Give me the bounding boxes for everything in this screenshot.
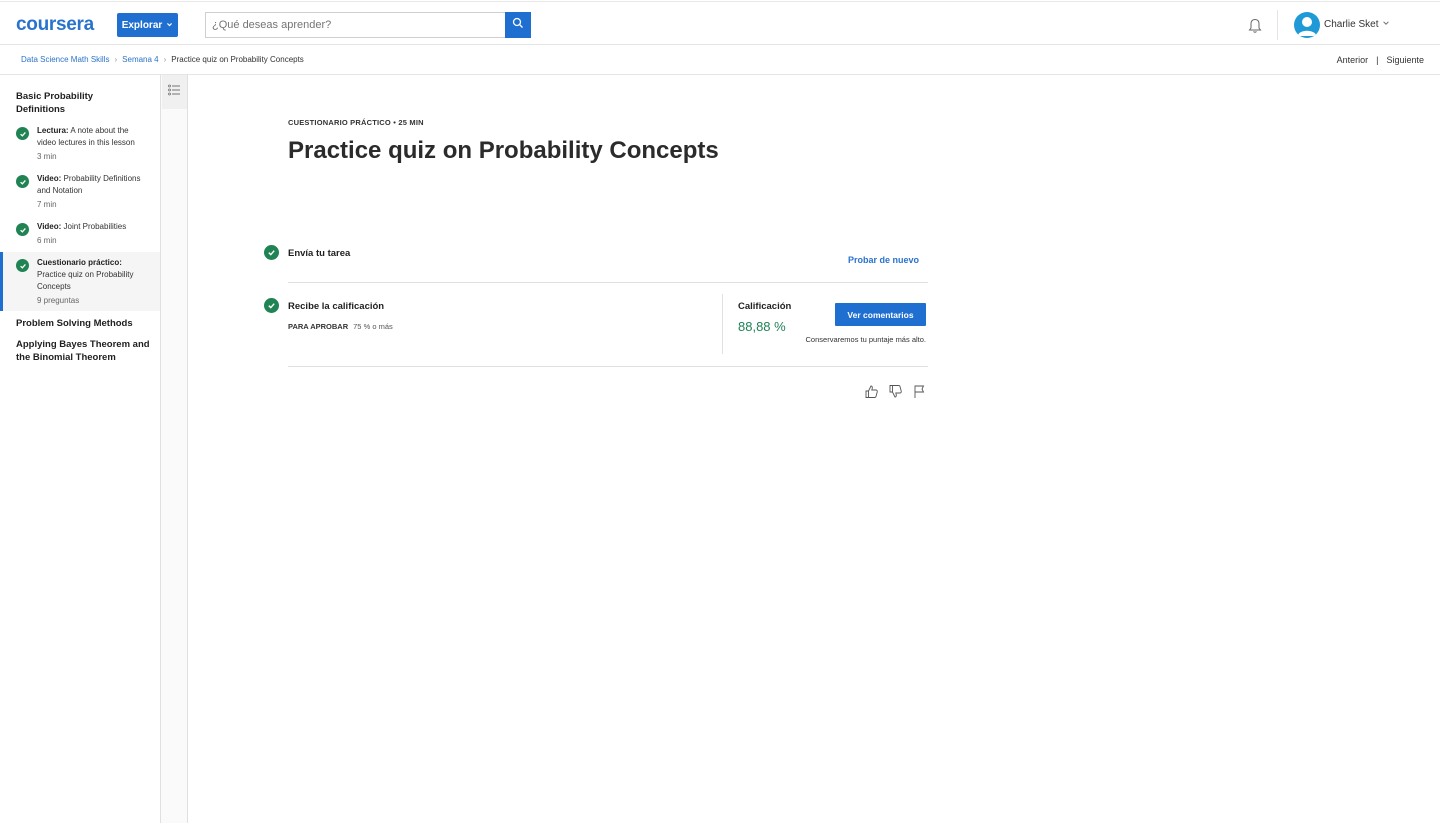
divider <box>288 366 928 367</box>
item-type-kicker: CUESTIONARIO PRÁCTICO • 25 MIN <box>288 118 424 127</box>
highest-score-note: Conservaremos tu puntaje más alto. <box>805 335 926 344</box>
breadcrumb: Data Science Math Skills › Semana 4 › Pr… <box>21 55 304 64</box>
item-kind: Cuestionario práctico: <box>37 258 122 267</box>
check-circle-icon <box>16 127 29 140</box>
breadcrumb-separator-icon: › <box>114 55 118 64</box>
search-input[interactable] <box>205 12 505 38</box>
chevron-down-icon <box>166 20 173 31</box>
thumbs-up-icon[interactable] <box>864 384 879 399</box>
previous-link[interactable]: Anterior <box>1337 55 1369 65</box>
pager-divider: | <box>1376 55 1379 65</box>
breadcrumb-week[interactable]: Semana 4 <box>122 55 158 64</box>
check-circle-icon <box>16 175 29 188</box>
explore-label: Explorar <box>121 19 163 31</box>
sidebar-item-video-joint[interactable]: Video: Joint Probabilities 6 min <box>0 221 160 247</box>
check-circle-icon <box>16 259 29 272</box>
course-outline-sidebar: Basic Probability Definitions Lectura: A… <box>0 75 161 823</box>
item-question-count: 9 preguntas <box>37 296 80 305</box>
view-feedback-button[interactable]: Ver comentarios <box>835 303 926 326</box>
search-icon <box>512 16 524 34</box>
breadcrumb-bar: Data Science Math Skills › Semana 4 › Pr… <box>0 45 1440 75</box>
pass-label: PARA APROBAR <box>288 322 349 331</box>
item-duration: 7 min <box>37 200 57 209</box>
item-kind: Video: <box>37 222 62 231</box>
flag-icon[interactable] <box>912 384 927 399</box>
grade-label: Calificación <box>738 301 792 312</box>
user-menu[interactable]: Charlie Sket <box>1324 19 1390 30</box>
grade-divider <box>722 294 723 354</box>
explore-button[interactable]: Explorar <box>117 13 178 37</box>
item-kind: Video: <box>37 174 62 183</box>
grade-value: 88,88 % <box>738 319 786 334</box>
divider <box>288 282 928 283</box>
chevron-down-icon <box>1382 19 1390 30</box>
coursera-logo[interactable]: coursera <box>16 14 94 36</box>
list-icon <box>168 83 181 101</box>
item-duration: 6 min <box>37 236 57 245</box>
submit-step-label: Envía tu tarea <box>288 248 351 259</box>
check-circle-icon <box>16 223 29 236</box>
retry-link[interactable]: Probar de nuevo <box>848 255 919 265</box>
item-kind: Lectura: <box>37 126 69 135</box>
pass-value: 75 % o más <box>353 322 393 331</box>
outline-toggle-rail <box>161 75 188 823</box>
section-title-bayes[interactable]: Applying Bayes Theorem and the Binomial … <box>16 338 151 364</box>
top-navigation-bar: coursera Explorar Charlie Sket <box>0 1 1440 45</box>
search-button[interactable] <box>505 12 531 38</box>
item-duration: 3 min <box>37 152 57 161</box>
breadcrumb-course[interactable]: Data Science Math Skills <box>21 55 109 64</box>
feedback-actions <box>864 384 927 399</box>
bell-icon[interactable] <box>1246 17 1264 35</box>
grade-step-label: Recibe la calificación <box>288 301 385 312</box>
section-title-problem-solving[interactable]: Problem Solving Methods <box>16 317 156 330</box>
check-circle-icon <box>264 245 279 260</box>
avatar[interactable] <box>1294 12 1320 38</box>
sidebar-item-video-definitions[interactable]: Video: Probability Definitions and Notat… <box>0 173 160 211</box>
item-label: Joint Probabilities <box>61 222 127 231</box>
section-title-basic-probability[interactable]: Basic Probability Definitions <box>16 90 136 116</box>
breadcrumb-separator-icon: › <box>163 55 167 64</box>
header-divider <box>1277 10 1278 40</box>
next-link[interactable]: Siguiente <box>1386 55 1424 65</box>
sidebar-item-reading-note[interactable]: Lectura: A note about the video lectures… <box>0 125 160 163</box>
outline-toggle-button[interactable] <box>162 75 187 109</box>
breadcrumb-current: Practice quiz on Probability Concepts <box>171 55 304 64</box>
item-pager: Anterior | Siguiente <box>1337 55 1424 65</box>
check-circle-icon <box>264 298 279 313</box>
item-label: Practice quiz on Probability Concepts <box>37 270 134 291</box>
sidebar-item-practice-quiz[interactable]: Cuestionario práctico: Practice quiz on … <box>0 252 160 311</box>
user-name: Charlie Sket <box>1324 19 1379 30</box>
thumbs-down-icon[interactable] <box>888 384 903 399</box>
page-title: Practice quiz on Probability Concepts <box>288 137 719 164</box>
pass-requirement: PARA APROBAR 75 % o más <box>288 322 393 331</box>
